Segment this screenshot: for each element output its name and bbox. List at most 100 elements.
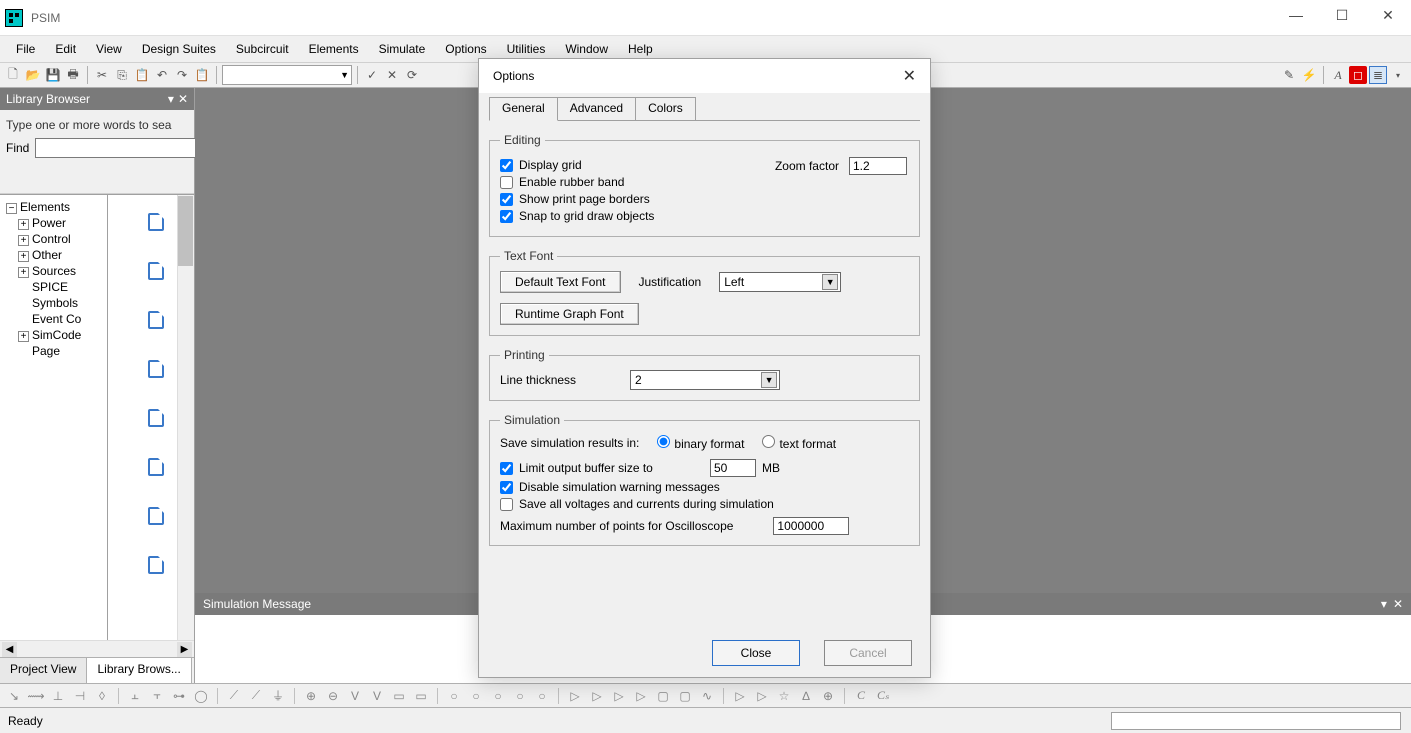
component-icon[interactable]: ▭ <box>413 688 429 704</box>
dropdown-icon[interactable]: ▾ <box>1389 66 1407 84</box>
menu-file[interactable]: File <box>6 38 45 60</box>
tool-icon[interactable]: ⚡ <box>1300 66 1318 84</box>
minimize-button[interactable]: — <box>1273 0 1319 30</box>
paste-icon[interactable]: 📋 <box>133 66 151 84</box>
find-input[interactable] <box>35 138 198 158</box>
save-all-checkbox[interactable] <box>500 498 513 511</box>
component-icon[interactable]: ⟋ <box>248 688 264 704</box>
tree-item[interactable]: Event Co <box>32 312 81 326</box>
component-icon[interactable]: ☆ <box>776 688 792 704</box>
tree-item[interactable]: Power <box>32 216 66 230</box>
menu-elements[interactable]: Elements <box>299 38 369 60</box>
component-icon[interactable]: ⫠ <box>127 688 143 704</box>
menu-simulate[interactable]: Simulate <box>369 38 436 60</box>
doc-icon[interactable] <box>148 213 164 231</box>
binary-format-radio[interactable]: binary format <box>657 435 744 451</box>
tab-project-view[interactable]: Project View <box>0 658 87 683</box>
tree-item[interactable]: Control <box>32 232 71 246</box>
expand-icon[interactable]: + <box>18 235 29 246</box>
print-icon[interactable]: 🖶 <box>64 66 82 84</box>
tree-item[interactable]: Page <box>32 344 60 358</box>
component-icon[interactable]: ▷ <box>754 688 770 704</box>
maximize-button[interactable]: ☐ <box>1319 0 1365 30</box>
doc-icon[interactable] <box>148 409 164 427</box>
close-button[interactable]: Close <box>712 640 800 666</box>
menu-subcircuit[interactable]: Subcircuit <box>226 38 299 60</box>
component-icon[interactable]: ○ <box>534 688 550 704</box>
menu-edit[interactable]: Edit <box>45 38 86 60</box>
component-icon[interactable]: ▢ <box>677 688 693 704</box>
expand-icon[interactable]: + <box>18 331 29 342</box>
expand-icon[interactable]: + <box>18 267 29 278</box>
crop-icon[interactable]: ◻ <box>1349 66 1367 84</box>
scroll-right-icon[interactable]: ▶ <box>177 642 192 657</box>
cut-icon[interactable]: ✂ <box>93 66 111 84</box>
limit-buffer-checkbox[interactable] <box>500 462 513 475</box>
refresh-icon[interactable]: ⟳ <box>403 66 421 84</box>
cancel-button[interactable]: Cancel <box>824 640 912 666</box>
tab-advanced[interactable]: Advanced <box>557 97 636 121</box>
x-icon[interactable]: ✕ <box>383 66 401 84</box>
component-icon[interactable]: Cₛ <box>875 688 891 704</box>
component-icon[interactable]: ∿ <box>699 688 715 704</box>
component-icon[interactable]: ⊕ <box>820 688 836 704</box>
close-button[interactable]: ✕ <box>1365 0 1411 30</box>
dropdown-icon[interactable]: ▼ <box>761 372 777 388</box>
runtime-graph-font-button[interactable]: Runtime Graph Font <box>500 303 639 325</box>
component-icon[interactable]: ▷ <box>611 688 627 704</box>
text-icon[interactable]: A <box>1329 66 1347 84</box>
component-icon[interactable]: ◯ <box>193 688 209 704</box>
component-icon[interactable]: C <box>853 688 869 704</box>
save-icon[interactable]: 💾 <box>44 66 62 84</box>
component-icon[interactable]: ▭ <box>391 688 407 704</box>
menu-utilities[interactable]: Utilities <box>497 38 556 60</box>
doc-icon[interactable] <box>148 311 164 329</box>
component-icon[interactable]: ▷ <box>567 688 583 704</box>
menu-design-suites[interactable]: Design Suites <box>132 38 226 60</box>
component-icon[interactable]: V <box>347 688 363 704</box>
tree-item[interactable]: Other <box>32 248 62 262</box>
doc-icon[interactable] <box>148 507 164 525</box>
open-file-icon[interactable]: 📂 <box>24 66 42 84</box>
tree-item[interactable]: Sources <box>32 264 76 278</box>
line-thickness-select[interactable]: 2 ▼ <box>630 370 780 390</box>
component-icon[interactable]: ⊕ <box>303 688 319 704</box>
max-points-input[interactable] <box>773 517 849 535</box>
component-icon[interactable]: ▷ <box>732 688 748 704</box>
disable-warn-checkbox[interactable] <box>500 481 513 494</box>
component-icon[interactable]: ▷ <box>589 688 605 704</box>
expand-icon[interactable]: − <box>6 203 17 214</box>
component-icon[interactable]: ▷ <box>633 688 649 704</box>
component-icon[interactable]: ⟋ <box>226 688 242 704</box>
clipboard-icon[interactable]: 📋 <box>193 66 211 84</box>
component-icon[interactable]: ⊶ <box>171 688 187 704</box>
scroll-left-icon[interactable]: ◀ <box>2 642 17 657</box>
display-grid-checkbox[interactable] <box>500 159 513 172</box>
tree-item[interactable]: SimCode <box>32 328 81 342</box>
component-icon[interactable]: ○ <box>468 688 484 704</box>
tab-colors[interactable]: Colors <box>635 97 696 121</box>
component-icon[interactable]: ↘ <box>6 688 22 704</box>
component-icon[interactable]: ⏚ <box>270 688 286 704</box>
component-icon[interactable]: ⫟ <box>149 688 165 704</box>
doc-icon[interactable] <box>148 262 164 280</box>
doc-icon[interactable] <box>148 458 164 476</box>
component-icon[interactable]: ⊣ <box>72 688 88 704</box>
component-icon[interactable]: ∆ <box>798 688 814 704</box>
component-icon[interactable]: ○ <box>490 688 506 704</box>
component-icon[interactable]: ▢ <box>655 688 671 704</box>
close-panel-icon[interactable]: ✕ <box>178 92 188 106</box>
toolbar-combo[interactable]: ▼ <box>222 65 352 85</box>
component-icon[interactable]: ⊖ <box>325 688 341 704</box>
show-print-borders-checkbox[interactable] <box>500 193 513 206</box>
component-icon[interactable]: ○ <box>446 688 462 704</box>
copy-icon[interactable]: ⎘ <box>113 66 131 84</box>
dialog-close-icon[interactable]: ✕ <box>903 66 916 86</box>
expand-icon[interactable]: + <box>18 219 29 230</box>
new-file-icon[interactable]: 🗋 <box>4 66 22 84</box>
tab-library-browser[interactable]: Library Brows... <box>87 658 191 683</box>
buffer-size-input[interactable] <box>710 459 756 477</box>
tool-icon[interactable]: ✎ <box>1280 66 1298 84</box>
doc-icon[interactable] <box>148 360 164 378</box>
component-icon[interactable]: V <box>369 688 385 704</box>
